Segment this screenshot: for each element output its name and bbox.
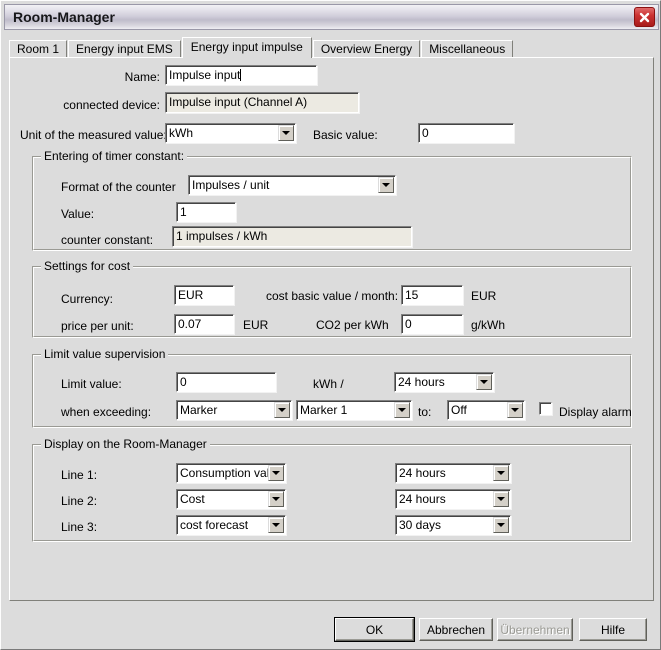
display-group-title: Display on the Room-Manager: [41, 437, 210, 451]
to-label: to:: [418, 405, 432, 419]
title-bar: Room-Manager: [4, 4, 659, 30]
chevron-down-icon[interactable]: [268, 465, 284, 481]
line-2-content-select[interactable]: Cost: [176, 489, 286, 509]
value-input[interactable]: 1: [176, 202, 236, 222]
chevron-down-icon[interactable]: [274, 402, 290, 418]
limit-value-input[interactable]: 0: [176, 372, 276, 392]
cancel-button[interactable]: Abbrechen: [419, 618, 493, 641]
line-1-label: Line 1:: [61, 468, 98, 482]
limit-period-select[interactable]: 24 hours: [394, 372, 494, 392]
limit-unit-text: kWh /: [313, 377, 344, 391]
cost-settings-group-title: Settings for cost: [41, 259, 134, 273]
counter-constant-label: counter constant:: [61, 233, 154, 247]
timer-constant-group: Entering of timer constant: Format of th…: [32, 149, 632, 251]
connected-device-value: Impulse input (Channel A): [165, 92, 359, 113]
co2-per-kwh-label: CO2 per kWh: [316, 318, 389, 332]
display-group: Display on the Room-Manager Line 1: Cons…: [32, 437, 632, 542]
display-alarm-label: Display alarm: [559, 405, 632, 419]
chevron-down-icon[interactable]: [493, 517, 509, 533]
price-per-unit-unit: EUR: [243, 318, 269, 332]
chevron-down-icon[interactable]: [394, 402, 410, 418]
apply-button: Übernehmen: [497, 618, 573, 641]
chevron-down-icon[interactable]: [493, 491, 509, 507]
chevron-down-icon[interactable]: [378, 177, 394, 193]
limit-value-label: Limit value:: [61, 377, 122, 391]
room-manager-window: Room-Manager Room 1 Energy input EMS Ene…: [0, 0, 661, 650]
cost-basic-value-label: cost basic value / month:: [266, 289, 399, 303]
to-value-select[interactable]: Off: [447, 400, 525, 420]
name-input[interactable]: Impulse input: [165, 65, 317, 85]
cost-settings-group: Settings for cost Currency: EUR cost bas…: [32, 259, 632, 338]
display-alarm-checkbox[interactable]: [539, 402, 552, 415]
timer-constant-group-title: Entering of timer constant:: [41, 149, 188, 163]
limit-value-supervision-group-title: Limit value supervision: [41, 347, 169, 361]
tab-strip: Room 1 Energy input EMS Energy input imp…: [9, 37, 654, 59]
line-3-period-select[interactable]: 30 days: [395, 515, 511, 535]
price-per-unit-input[interactable]: 0.07: [174, 314, 234, 334]
line-2-period-select[interactable]: 24 hours: [395, 489, 511, 509]
line-3-label: Line 3:: [61, 520, 98, 534]
currency-input[interactable]: EUR: [174, 285, 234, 305]
line-1-content-select[interactable]: Consumption value: [176, 463, 286, 483]
value-label: Value:: [61, 207, 95, 221]
chevron-down-icon[interactable]: [278, 125, 294, 141]
exceed-target-select[interactable]: Marker 1: [296, 400, 412, 420]
counter-constant-value: 1 impulses / kWh: [172, 226, 412, 247]
chevron-down-icon[interactable]: [507, 402, 523, 418]
unit-of-measured-value-label: Unit of the measured value:: [20, 128, 167, 142]
when-exceeding-label: when exceeding:: [61, 405, 152, 419]
unit-of-measured-value-select[interactable]: kWh: [165, 123, 296, 143]
cost-basic-value-input[interactable]: 15: [401, 285, 463, 305]
format-of-counter-label: Format of the counter: [61, 180, 176, 194]
basic-value-label: Basic value:: [313, 128, 378, 142]
connected-device-label: connected device:: [63, 98, 160, 112]
co2-per-kwh-input[interactable]: 0: [401, 314, 463, 334]
limit-value-supervision-group: Limit value supervision Limit value: 0 k…: [32, 347, 632, 428]
line-2-label: Line 2:: [61, 494, 98, 508]
tab-page-energy-input-impulse: Name: Impulse input connected device: Im…: [9, 57, 654, 601]
format-of-counter-select[interactable]: Impulses / unit: [188, 175, 396, 195]
name-label: Name:: [124, 70, 160, 84]
chevron-down-icon[interactable]: [268, 517, 284, 533]
currency-label: Currency:: [61, 292, 114, 306]
window-title: Room-Manager: [13, 9, 115, 25]
cost-basic-value-unit: EUR: [471, 289, 497, 303]
close-icon[interactable]: [634, 7, 655, 27]
dialog-button-row: OK Abbrechen Übernehmen Hilfe: [1, 606, 661, 646]
chevron-down-icon[interactable]: [493, 465, 509, 481]
line-3-content-select[interactable]: cost forecast: [176, 515, 286, 535]
price-per-unit-label: price per unit:: [61, 319, 134, 333]
basic-value-input[interactable]: 0: [418, 123, 514, 143]
exceed-target-type-select[interactable]: Marker: [176, 400, 292, 420]
chevron-down-icon[interactable]: [476, 374, 492, 390]
tab-energy-input-impulse[interactable]: Energy input impulse: [181, 37, 312, 58]
ok-button[interactable]: OK: [334, 617, 415, 642]
line-1-period-select[interactable]: 24 hours: [395, 463, 511, 483]
chevron-down-icon[interactable]: [268, 491, 284, 507]
co2-per-kwh-unit: g/kWh: [471, 318, 506, 332]
help-button[interactable]: Hilfe: [579, 618, 647, 641]
